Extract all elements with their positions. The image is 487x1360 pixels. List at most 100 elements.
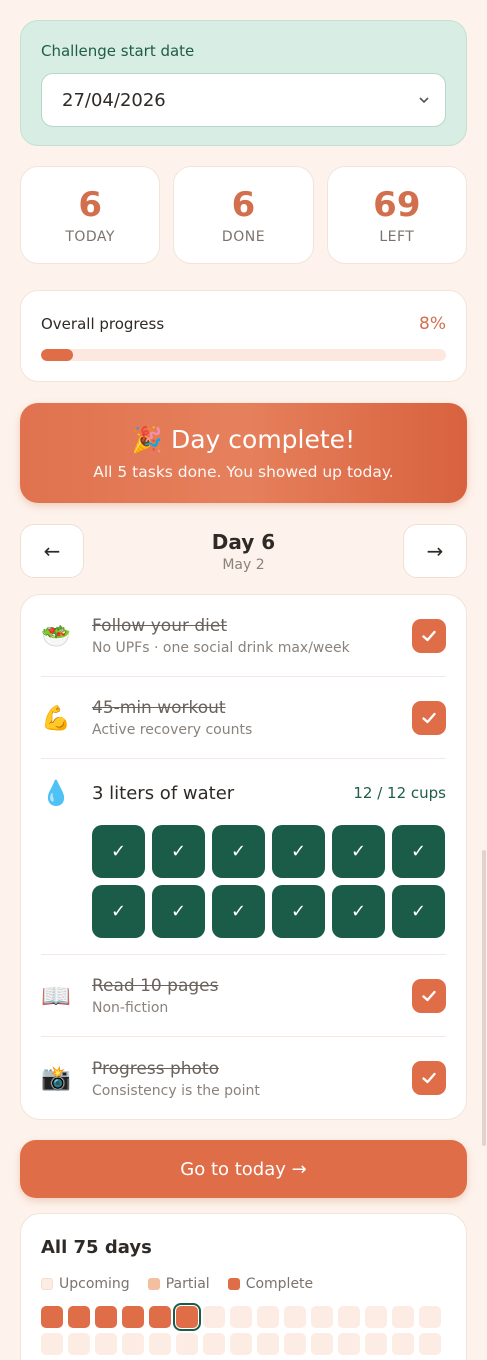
day-square[interactable] [365,1306,387,1328]
water-cup[interactable]: ✓ [332,825,385,878]
banner-title: 🎉 Day complete! [131,425,356,454]
day-square[interactable] [41,1306,63,1328]
stat-today-value: 6 [78,185,102,225]
task-read: 📖 Read 10 pages Non-fiction [41,955,446,1037]
task-checkbox[interactable] [412,618,446,653]
water-cup[interactable]: ✓ [212,885,265,938]
water-cup[interactable]: ✓ [152,825,205,878]
day-square[interactable] [203,1333,225,1355]
water-cup[interactable]: ✓ [272,825,325,878]
water-cup[interactable]: ✓ [392,825,445,878]
flexed-bicep-icon: 💪 [41,703,71,732]
day-square[interactable] [392,1333,414,1355]
task-water: 💧 3 liters of water 12 / 12 cups ✓ ✓ ✓ ✓ ✓ ✓ ✓… [41,759,446,955]
all-days-card: All 75 days Upcoming Partial Complete [20,1213,467,1360]
task-subtitle: Consistency is the point [92,1082,260,1099]
day-square[interactable] [365,1333,387,1355]
day-square[interactable] [122,1306,144,1328]
task-title: Progress photo [92,1058,219,1079]
day-square[interactable] [392,1306,414,1328]
day-square[interactable] [149,1306,171,1328]
stat-done-label: DONE [221,229,266,245]
task-title: Follow your diet [92,616,227,636]
water-drop-icon: 💧 [41,779,71,807]
day-square[interactable] [311,1306,333,1328]
chevron-down-icon [419,97,429,104]
task-checkbox[interactable] [412,1061,446,1095]
legend-upcoming: Upcoming [41,1276,130,1292]
next-day-button[interactable]: → [403,524,467,578]
water-cup[interactable]: ✓ [212,825,265,878]
day-square[interactable] [173,1303,201,1331]
app-root: Challenge start date 27/04/2026 6 TODAY … [20,20,467,1360]
day-square[interactable] [419,1306,441,1328]
stats-row: 6 TODAY 6 DONE 69 LEFT [20,166,467,264]
water-title: 3 liters of water [92,782,235,804]
water-cup[interactable]: ✓ [92,825,145,878]
stat-left-value: 69 [373,185,421,225]
water-cup[interactable]: ✓ [332,885,385,938]
day-square[interactable] [284,1333,306,1355]
checkmark-icon [422,1072,436,1084]
overall-progress-card: Overall progress 8% [20,290,467,382]
day-square[interactable] [338,1306,360,1328]
all-days-title: All 75 days [41,1237,152,1258]
prev-day-button[interactable]: ← [20,524,84,578]
day-square[interactable] [203,1306,225,1328]
day-navigation: ← Day 6 May 2 → [20,524,467,578]
day-square[interactable] [311,1333,333,1355]
day-square[interactable] [122,1333,144,1355]
day-title: Day 6 [211,530,276,554]
legend-swatch-complete [227,1278,240,1290]
legend-swatch-upcoming [41,1278,53,1290]
day-square[interactable] [257,1306,279,1328]
go-to-today-button[interactable]: Go to today → [20,1140,467,1198]
open-book-icon: 📖 [41,981,71,1010]
day-square[interactable] [95,1306,117,1328]
day-square[interactable] [257,1333,279,1355]
salad-icon: 🥗 [41,621,71,650]
water-cups-grid: ✓ ✓ ✓ ✓ ✓ ✓ ✓ ✓ ✓ ✓ ✓ ✓ [92,825,446,938]
start-date-label: Challenge start date [41,42,195,60]
progress-fill [41,349,74,361]
stat-left: 69 LEFT [326,166,467,264]
day-square[interactable] [284,1306,306,1328]
day-square[interactable] [230,1306,252,1328]
day-square[interactable] [176,1333,198,1355]
task-list: 🥗 Follow your diet No UPFs · one social … [20,594,467,1120]
day-square[interactable] [149,1333,171,1355]
day-info: Day 6 May 2 [212,529,275,573]
stat-today: 6 TODAY [20,166,161,264]
progress-label: Overall progress [41,315,165,333]
arrow-left-icon: ← [43,539,61,563]
day-date: May 2 [222,557,265,573]
page-scrollbar[interactable] [482,850,486,1146]
task-subtitle: No UPFs · one social drink max/week [92,640,350,656]
water-cup[interactable]: ✓ [272,885,325,938]
legend-upcoming-label: Upcoming [59,1276,130,1292]
task-checkbox[interactable] [412,700,446,735]
day-square[interactable] [338,1333,360,1355]
day-square[interactable] [419,1333,441,1355]
task-title: 45-min workout [92,698,226,718]
day-square[interactable] [230,1333,252,1355]
stat-done: 6 DONE [173,166,314,264]
progress-track [41,349,446,361]
water-cup[interactable]: ✓ [392,885,445,938]
day-square[interactable] [68,1306,90,1328]
all-days-grid [41,1303,446,1355]
task-checkbox[interactable] [412,978,446,1013]
water-cup[interactable]: ✓ [92,885,145,938]
start-date-select[interactable]: 27/04/2026 [41,73,446,127]
checkmark-icon [422,990,436,1001]
task-title: Read 10 pages [92,976,219,996]
legend-partial-label: Partial [165,1276,210,1292]
water-cup[interactable]: ✓ [152,885,205,938]
water-count: 12 / 12 cups [353,784,446,802]
day-square[interactable] [68,1333,90,1355]
legend-complete: Complete [227,1276,313,1292]
day-square[interactable] [41,1333,63,1355]
day-square[interactable] [95,1333,117,1355]
legend-partial: Partial [147,1276,210,1292]
arrow-right-icon: → [426,539,444,563]
